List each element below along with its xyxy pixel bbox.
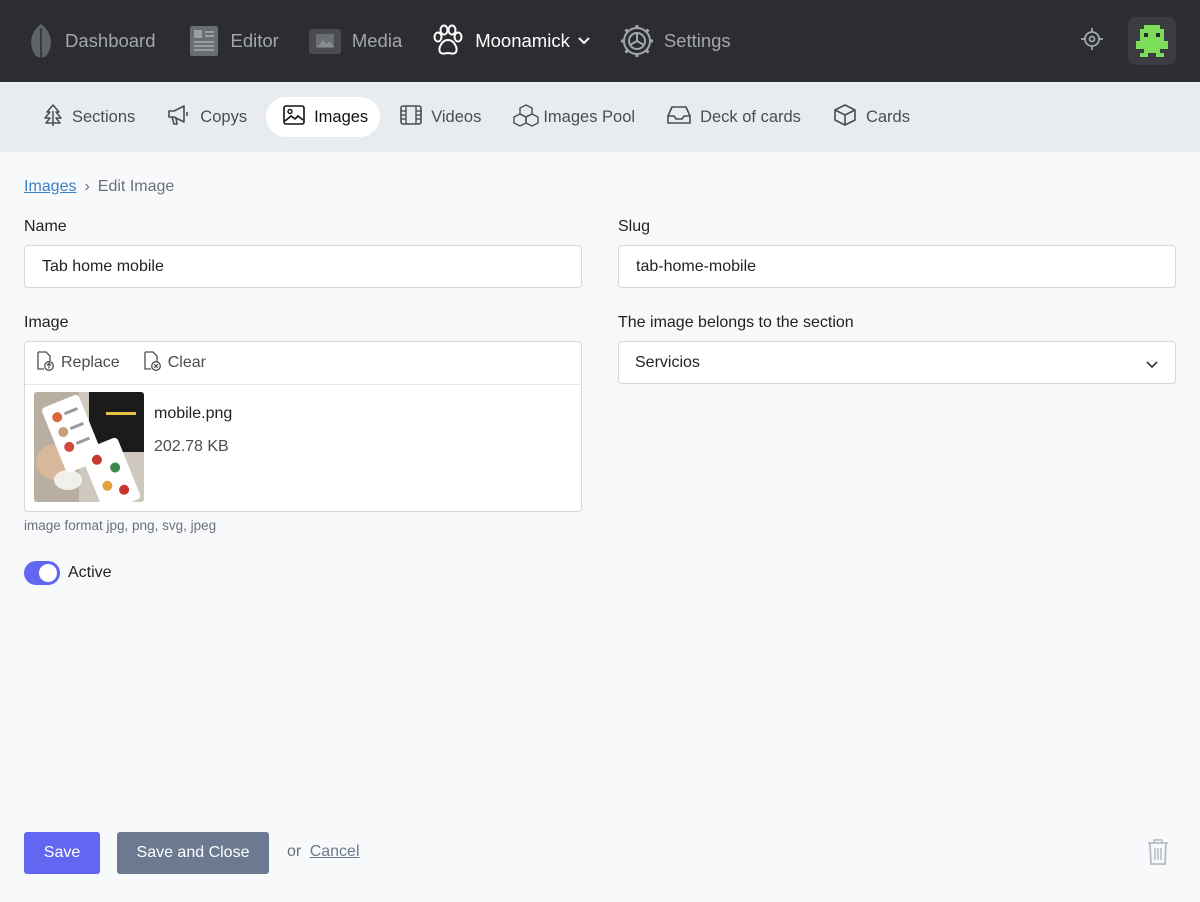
file-upload-icon (35, 350, 55, 376)
name-label: Name (24, 218, 67, 235)
avatar[interactable] (1128, 17, 1176, 65)
nav-editor-label: Editor (230, 30, 279, 51)
film-icon (399, 104, 423, 131)
image-format-hint: image format jpg, png, svg, jpeg (24, 518, 217, 533)
gear-icon (619, 23, 655, 59)
tab-deck-of-cards[interactable]: Deck of cards (654, 97, 813, 137)
tab-images-pool[interactable]: Images Pool (500, 97, 647, 137)
tab-copys[interactable]: Copys (154, 97, 259, 137)
tab-deck-of-cards-label: Deck of cards (700, 107, 801, 126)
cancel-link[interactable]: Cancel (310, 843, 360, 860)
cancel-area: or Cancel (287, 843, 360, 861)
crosshair-icon[interactable] (1080, 27, 1104, 56)
file-clear-icon (142, 350, 162, 376)
inbox-icon (666, 104, 692, 131)
megaphone-icon (166, 103, 192, 132)
tab-images-pool-label: Images Pool (543, 107, 636, 126)
tab-images[interactable]: Images (266, 97, 381, 137)
tab-images-label: Images (314, 107, 369, 126)
save-button[interactable]: Save (24, 832, 100, 874)
nav-dashboard[interactable]: Dashboard (26, 0, 156, 82)
breadcrumb-separator: › (84, 178, 90, 195)
slug-input[interactable]: tab-home-mobile (618, 245, 1176, 288)
nav-media[interactable]: Media (307, 0, 402, 82)
chevron-down-icon (577, 36, 591, 46)
save-and-close-button[interactable]: Save and Close (117, 832, 269, 874)
tab-sections-label: Sections (72, 107, 136, 126)
tab-videos-label: Videos (431, 107, 482, 126)
top-navbar: Dashboard Editor Media Moonamick Setting… (0, 0, 1200, 82)
nav-moonamick[interactable]: Moonamick (430, 0, 591, 82)
breadcrumb-current: Edit Image (97, 178, 175, 195)
image-icon (307, 24, 343, 58)
section-label: The image belongs to the section (618, 314, 854, 331)
slug-label: Slug (618, 218, 651, 235)
image-thumbnail (34, 392, 144, 502)
active-toggle[interactable] (24, 561, 60, 585)
tab-videos[interactable]: Videos (387, 97, 493, 137)
image-upload-box: Replace Clear mobile.png 202.78 KB (24, 341, 582, 512)
or-text: or (287, 843, 302, 860)
image-label: Image (24, 314, 69, 331)
section-select-value: Servicios (635, 353, 700, 371)
active-label: Active (68, 564, 112, 581)
paw-icon (430, 24, 466, 58)
picture-icon (282, 104, 306, 131)
file-size: 202.78 KB (154, 438, 229, 455)
section-tabs: Sections Copys Images Videos Images Pool… (0, 82, 1200, 152)
nav-media-label: Media (351, 30, 403, 51)
toggle-knob (39, 564, 57, 582)
image-toolbar: Replace Clear (25, 342, 581, 385)
clear-label: Clear (167, 354, 206, 371)
newspaper-icon (186, 23, 222, 59)
name-input[interactable]: Tab home mobile (24, 245, 582, 288)
trash-icon[interactable] (1146, 838, 1170, 871)
tree-icon (42, 103, 64, 132)
breadcrumb-images-link[interactable]: Images (24, 178, 76, 196)
cube-icon (832, 103, 858, 132)
leaf-icon (26, 22, 56, 60)
replace-label: Replace (61, 354, 120, 371)
chevron-down-icon (1145, 357, 1159, 375)
breadcrumb: Images › Edit Image (24, 178, 174, 196)
cubes-icon (512, 103, 540, 132)
nav-moonamick-label: Moonamick (475, 30, 570, 51)
tab-copys-label: Copys (200, 107, 248, 126)
nav-settings-label: Settings (663, 30, 731, 51)
nav-settings[interactable]: Settings (619, 0, 731, 82)
tab-sections[interactable]: Sections (30, 97, 147, 137)
nav-dashboard-label: Dashboard (65, 30, 156, 51)
clear-button[interactable]: Clear (142, 350, 206, 376)
tab-cards[interactable]: Cards (820, 97, 922, 137)
section-select[interactable]: Servicios (618, 341, 1176, 384)
nav-editor[interactable]: Editor (186, 0, 279, 82)
replace-button[interactable]: Replace (35, 350, 120, 376)
tab-cards-label: Cards (865, 107, 910, 126)
file-name: mobile.png (154, 405, 233, 422)
